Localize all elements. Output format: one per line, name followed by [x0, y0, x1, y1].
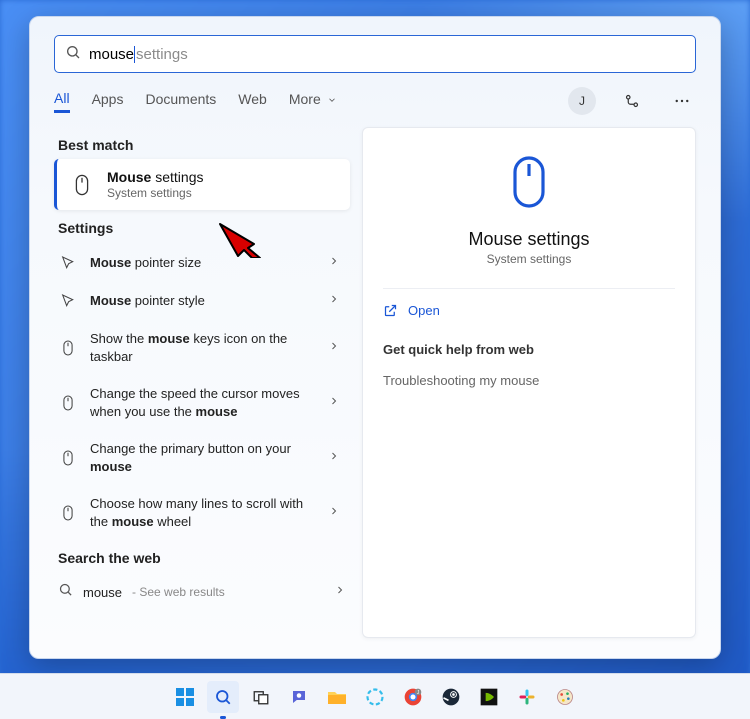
search-icon	[65, 44, 81, 65]
taskbar: J	[0, 673, 750, 719]
web-hint: - See web results	[132, 585, 225, 599]
chevron-right-icon	[328, 292, 340, 310]
setting-label: Change the primary button on your mouse	[90, 440, 316, 475]
setting-mouse-pointer-size[interactable]: Mouse pointer size	[54, 244, 350, 282]
preview-pane: Mouse settings System settings Open Get …	[362, 127, 696, 638]
taskbar-task-view[interactable]	[245, 681, 277, 713]
chevron-down-icon	[327, 95, 337, 105]
text-caret	[134, 46, 135, 63]
web-term: mouse	[83, 585, 122, 600]
search-input[interactable]: mousesettings	[54, 35, 696, 73]
taskbar-nvidia[interactable]	[473, 681, 505, 713]
setting-label: Mouse pointer size	[90, 254, 316, 272]
mouse-icon	[58, 339, 78, 357]
search-typed-text: mouse	[89, 46, 134, 63]
chevron-right-icon	[328, 394, 340, 412]
tab-all[interactable]: All	[54, 90, 70, 113]
more-options-icon[interactable]	[668, 87, 696, 115]
best-match-subtitle: System settings	[107, 186, 203, 200]
tab-apps[interactable]: Apps	[92, 91, 124, 111]
taskbar-paint[interactable]	[549, 681, 581, 713]
setting-label: Choose how many lines to scroll with the…	[90, 495, 316, 530]
pointer-icon	[58, 255, 78, 271]
chevron-right-icon	[328, 504, 340, 522]
tab-web[interactable]: Web	[238, 91, 267, 111]
open-label: Open	[408, 303, 440, 318]
taskbar-app-1[interactable]	[359, 681, 391, 713]
start-button[interactable]	[169, 681, 201, 713]
mouse-icon	[58, 449, 78, 467]
open-external-icon	[383, 303, 398, 318]
setting-mouse-pointer-style[interactable]: Mouse pointer style	[54, 282, 350, 320]
taskbar-chat[interactable]	[283, 681, 315, 713]
search-ghost-text: settings	[136, 46, 188, 63]
mouse-icon	[58, 504, 78, 522]
setting-mouse-keys-icon[interactable]: Show the mouse keys icon on the taskbar	[54, 320, 350, 375]
taskbar-search[interactable]	[207, 681, 239, 713]
preview-title: Mouse settings	[468, 229, 589, 250]
setting-label: Show the mouse keys icon on the taskbar	[90, 330, 316, 365]
setting-label: Change the speed the cursor moves when y…	[90, 385, 316, 420]
chevron-right-icon	[334, 583, 346, 601]
chevron-right-icon	[328, 449, 340, 467]
search-web-heading: Search the web	[58, 550, 350, 566]
search-icon	[58, 582, 73, 602]
preview-subtitle: System settings	[487, 252, 572, 266]
setting-scroll-lines[interactable]: Choose how many lines to scroll with the…	[54, 485, 350, 540]
org-icon[interactable]	[618, 87, 646, 115]
chevron-right-icon	[328, 254, 340, 272]
taskbar-steam[interactable]	[435, 681, 467, 713]
divider	[383, 288, 675, 289]
quick-help-heading: Get quick help from web	[383, 342, 675, 357]
settings-heading: Settings	[58, 220, 350, 236]
chevron-right-icon	[328, 339, 340, 357]
mouse-icon	[58, 394, 78, 412]
mouse-large-icon	[505, 152, 553, 217]
open-button[interactable]: Open	[383, 303, 675, 318]
web-result[interactable]: mouse - See web results	[54, 572, 350, 612]
taskbar-chrome[interactable]: J	[397, 681, 429, 713]
help-link-troubleshoot[interactable]: Troubleshooting my mouse	[383, 373, 675, 388]
best-match-title: Mouse settings	[107, 169, 203, 185]
user-avatar[interactable]: J	[568, 87, 596, 115]
settings-list: Mouse pointer size Mouse pointer style S…	[54, 244, 350, 540]
tab-documents[interactable]: Documents	[145, 91, 216, 111]
search-panel: mousesettings All Apps Documents Web Mor…	[29, 16, 721, 659]
taskbar-slack[interactable]	[511, 681, 543, 713]
setting-label: Mouse pointer style	[90, 292, 316, 310]
best-match-heading: Best match	[58, 137, 350, 153]
results-column: Best match Mouse settings System setting…	[54, 127, 350, 638]
filter-tabs: All Apps Documents Web More J	[54, 87, 696, 115]
setting-primary-button[interactable]: Change the primary button on your mouse	[54, 430, 350, 485]
mouse-icon	[69, 172, 95, 198]
taskbar-explorer[interactable]	[321, 681, 353, 713]
setting-cursor-speed[interactable]: Change the speed the cursor moves when y…	[54, 375, 350, 430]
tab-more[interactable]: More	[289, 91, 337, 111]
pointer-icon	[58, 293, 78, 309]
tab-more-label: More	[289, 91, 321, 107]
best-match-result[interactable]: Mouse settings System settings	[54, 159, 350, 210]
